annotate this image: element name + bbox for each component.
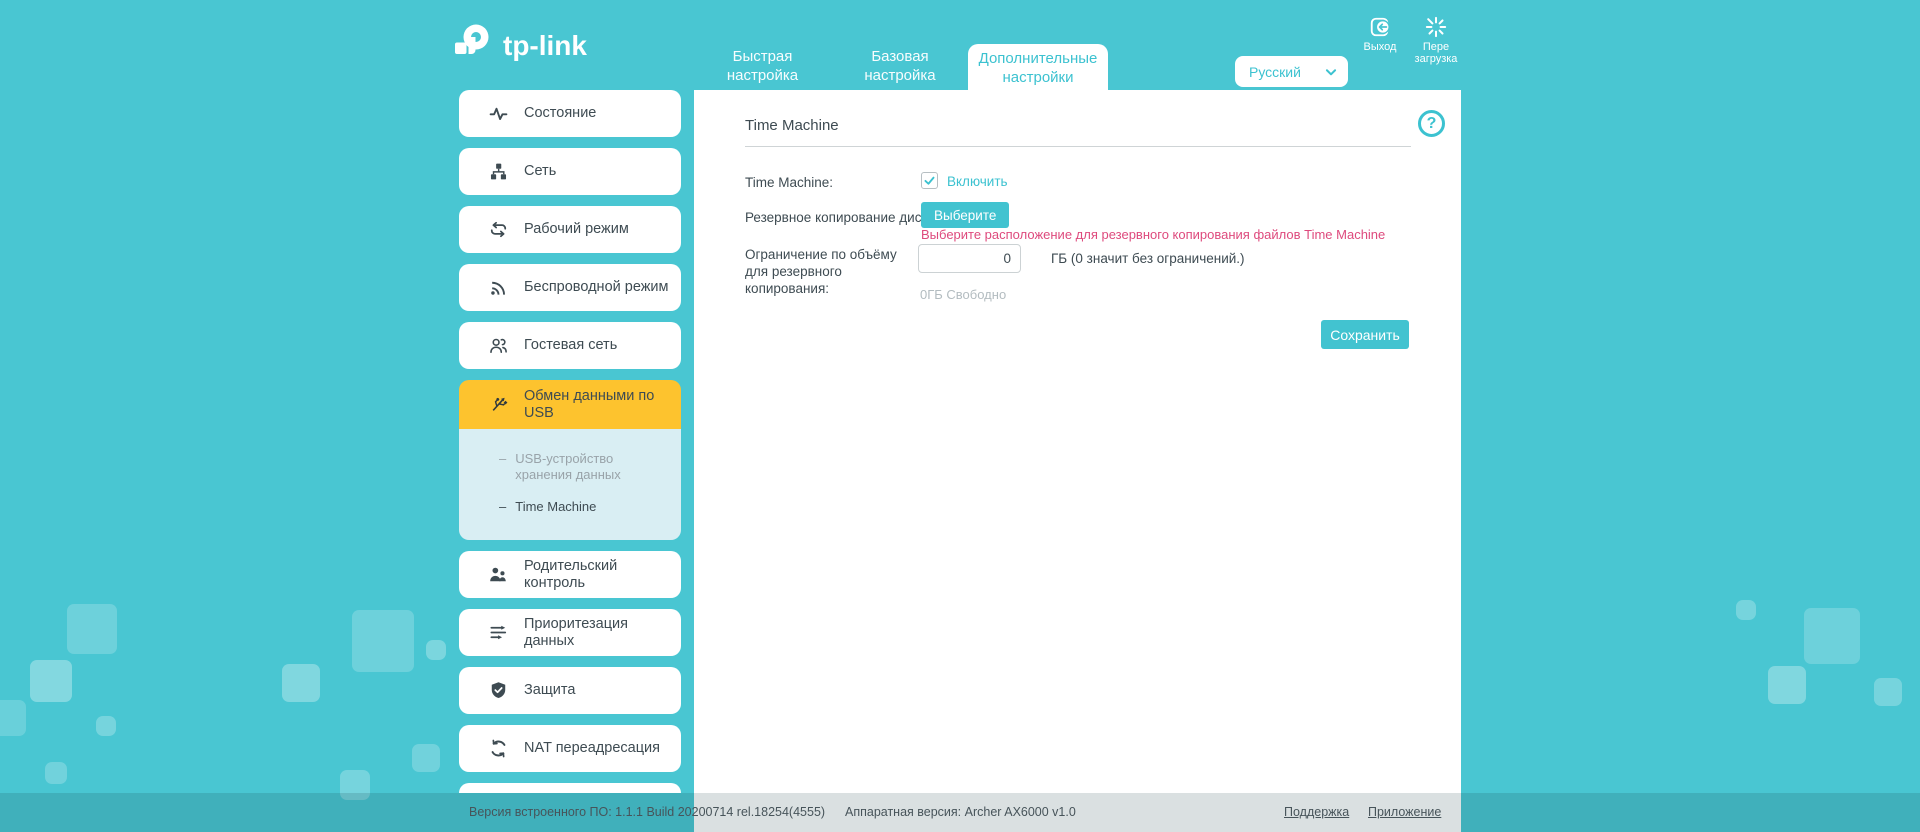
checkmark-icon xyxy=(924,176,935,185)
sidebar-item-label: Рабочий режим xyxy=(524,221,629,237)
parental-icon xyxy=(489,565,508,584)
firmware-version: Версия встроенного ПО: 1.1.1 Build 20200… xyxy=(469,805,826,819)
cycle-arrows-icon xyxy=(489,220,508,239)
enable-checkbox[interactable] xyxy=(921,172,938,189)
decor-square xyxy=(96,716,116,736)
sidebar-item-label: NAT переадресация xyxy=(524,740,660,756)
tab-label: настройки xyxy=(1002,69,1074,86)
priority-lines-icon xyxy=(489,623,508,642)
decor-square xyxy=(352,610,414,672)
reboot-label: Пере xyxy=(1422,41,1450,53)
tab-basic-settings[interactable]: Базовая настройка xyxy=(835,47,965,85)
tp-link-logo-icon xyxy=(448,20,494,71)
tab-quick-setup[interactable]: Быстрая настройка xyxy=(690,47,835,85)
decor-square xyxy=(1804,608,1860,664)
decor-square xyxy=(282,664,320,702)
submenu-dash: – xyxy=(499,499,507,514)
app-link[interactable]: Приложение xyxy=(1368,793,1441,832)
sidebar-item-nat-forwarding[interactable]: NAT переадресация xyxy=(459,725,681,772)
sidebar-item-network[interactable]: Сеть xyxy=(459,148,681,195)
decor-square xyxy=(67,604,117,654)
decor-square xyxy=(1874,678,1902,706)
reboot-icon xyxy=(1425,16,1447,38)
logo-text: tp-link xyxy=(503,29,587,61)
people-outline-icon xyxy=(489,336,508,355)
logout-label: Выход xyxy=(1363,41,1397,53)
tp-link-logo: tp-link xyxy=(448,20,587,71)
title-divider xyxy=(745,146,1411,147)
sidebar-item-status[interactable]: Состояние xyxy=(459,90,681,137)
wifi-icon xyxy=(489,278,508,297)
save-button[interactable]: Сохранить xyxy=(1321,320,1409,349)
quota-input[interactable] xyxy=(918,244,1021,273)
sidebar-item-label: Гостевая сеть xyxy=(524,337,618,353)
sidebar-item-label: Состояние xyxy=(524,105,597,121)
sidebar-item-security[interactable]: Защита xyxy=(459,667,681,714)
sidebar-item-label: Приоритезация данных xyxy=(524,615,629,649)
sidebar-item-usb-sharing[interactable]: Обмен данными по USB xyxy=(459,380,681,429)
tab-label: Базовая xyxy=(871,48,929,65)
support-link[interactable]: Поддержка xyxy=(1284,793,1349,832)
tab-label: настройка xyxy=(726,67,799,84)
network-icon xyxy=(489,162,508,181)
tab-label: Дополнительные xyxy=(978,50,1098,67)
reboot-label: загрузка xyxy=(1414,53,1458,65)
disk-row-label: Резервное копирование диска: xyxy=(745,210,939,225)
enable-checkbox-label[interactable]: Включить xyxy=(947,174,1008,189)
sidebar-item-label: Сеть xyxy=(524,163,557,179)
submenu-item-time-machine[interactable]: – Time Machine xyxy=(459,499,681,515)
decor-square xyxy=(412,744,440,772)
reboot-button[interactable]: Пере загрузка xyxy=(1410,16,1462,65)
sidebar-item-label: Беспроводной режим xyxy=(524,279,669,295)
content-panel: Time Machine ? Time Machine: Включить Ре… xyxy=(694,90,1461,832)
sidebar-item-parental-controls[interactable]: Родительский контроль xyxy=(459,551,681,598)
enable-row-label: Time Machine: xyxy=(745,175,834,190)
decor-square xyxy=(45,762,67,784)
free-space-note: 0ГБ Свободно xyxy=(920,287,1007,302)
sidebar-item-label: Обмен данными по USB xyxy=(524,387,655,421)
submenu-dash: – xyxy=(499,451,507,466)
decor-square xyxy=(30,660,72,702)
logout-icon xyxy=(1370,17,1390,37)
chevron-down-icon xyxy=(1325,68,1337,75)
logout-button[interactable]: Выход xyxy=(1358,16,1402,53)
decor-square xyxy=(0,700,26,736)
quota-suffix: ГБ (0 значит без ограничений.) xyxy=(1051,251,1245,266)
tab-advanced-settings[interactable]: Дополнительные настройки xyxy=(968,44,1108,90)
usb-icon xyxy=(489,395,508,414)
sidebar-item-label: Защита xyxy=(524,682,576,698)
help-icon[interactable]: ? xyxy=(1418,110,1445,137)
sidebar-item-operation-mode[interactable]: Рабочий режим xyxy=(459,206,681,253)
hardware-version: Аппаратная версия: Archer AX6000 v1.0 xyxy=(845,805,1076,819)
language-selected-value: Русский xyxy=(1249,63,1301,80)
tab-label: Быстрая xyxy=(732,48,793,65)
pulse-icon xyxy=(489,104,508,123)
circular-arrows-icon xyxy=(489,739,508,758)
page-title: Time Machine xyxy=(745,117,839,134)
sidebar-item-partial[interactable] xyxy=(459,783,681,793)
submenu-item-label: Time Machine xyxy=(515,499,597,514)
sidebar-item-guest-network[interactable]: Гостевая сеть xyxy=(459,322,681,369)
decor-square xyxy=(1768,666,1806,704)
language-dropdown[interactable]: Русский xyxy=(1235,56,1348,87)
sidebar-item-label: Родительский контроль xyxy=(524,557,618,591)
sidebar-item-qos[interactable]: Приоритезация данных xyxy=(459,609,681,656)
tab-label: настройка xyxy=(864,67,936,84)
browse-disk-button[interactable]: Выберите xyxy=(921,202,1010,228)
quota-row-label: Ограничение по объёму для резервного коп… xyxy=(745,247,897,296)
decor-square xyxy=(426,640,446,660)
submenu-item-label: USB-устройство хранения данных xyxy=(515,451,621,482)
sidebar-item-wireless[interactable]: Беспроводной режим xyxy=(459,264,681,311)
disk-error-message: Выберите расположение для резервного коп… xyxy=(921,227,1386,242)
submenu-item-usb-storage[interactable]: – USB-устройство хранения данных xyxy=(459,451,681,483)
shield-check-icon xyxy=(489,681,508,700)
footer-bar: Версия встроенного ПО: 1.1.1 Build 20200… xyxy=(0,793,1920,832)
usb-submenu: – USB-устройство хранения данных – Time … xyxy=(459,429,681,540)
decor-square xyxy=(1736,600,1756,620)
sidebar: Состояние Сеть Рабочий режим Беспроводно… xyxy=(459,90,681,793)
